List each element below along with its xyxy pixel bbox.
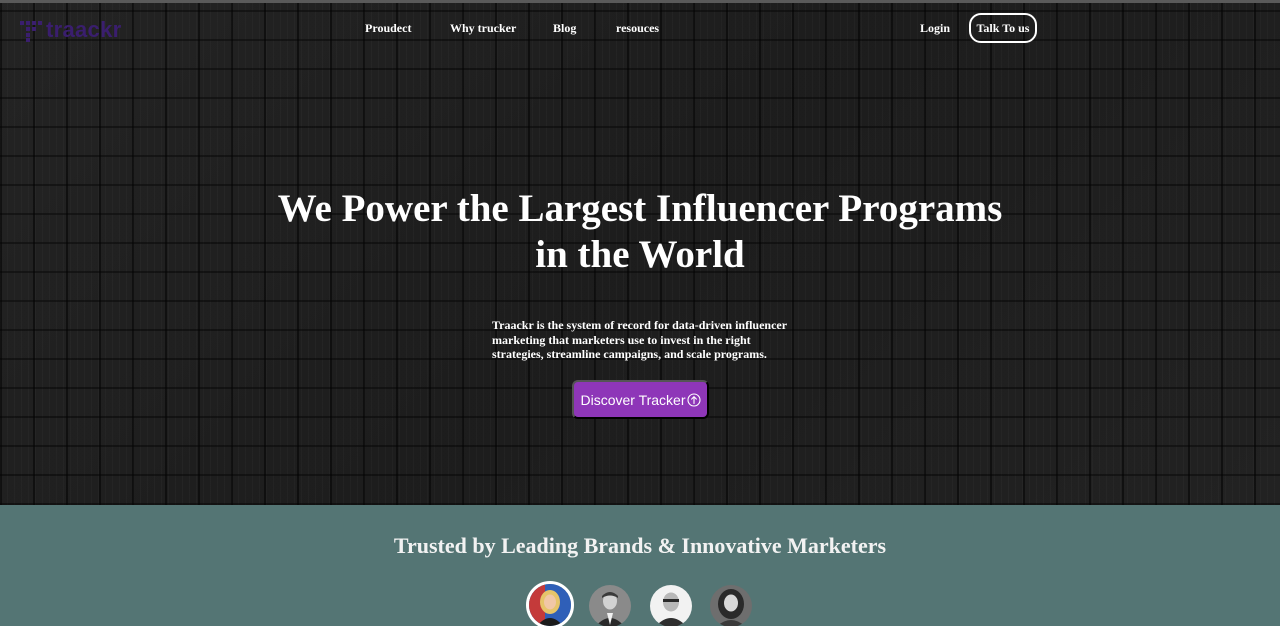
login-link[interactable]: Login	[920, 21, 950, 36]
logo-text: traackr	[46, 17, 122, 42]
avatar-2[interactable]	[589, 585, 631, 626]
nav-item-blog[interactable]: Blog	[553, 21, 576, 36]
nav-item-product[interactable]: Proudect	[365, 21, 411, 36]
hero-subtext: Traackr is the system of record for data…	[492, 318, 787, 361]
trusted-section: Trusted by Leading Brands & Innovative M…	[0, 505, 1280, 626]
arrow-up-circle-icon	[686, 392, 701, 407]
logo-dots-icon	[20, 18, 42, 42]
person-1-icon	[529, 584, 571, 626]
traackr-logo[interactable]: traackr	[20, 18, 122, 42]
person-2-icon	[589, 585, 631, 626]
hero-headline-line-1: We Power the Largest Influencer Programs	[277, 187, 1003, 230]
trusted-title: Trusted by Leading Brands & Innovative M…	[393, 533, 887, 558]
discover-tracker-button[interactable]: Discover Tracker	[572, 380, 709, 419]
person-4-icon	[710, 585, 752, 626]
avatar-1[interactable]	[526, 581, 574, 626]
cta-label: Discover Tracker	[580, 391, 686, 408]
hero-headline-line-2: in the World	[535, 233, 745, 276]
hero-section: traackr Proudect Why trucker Blog resouc…	[0, 0, 1280, 505]
avatar-4[interactable]	[710, 585, 752, 626]
top-border	[0, 0, 1280, 3]
nav-item-resources[interactable]: resouces	[616, 21, 659, 36]
nav-item-why-trucker[interactable]: Why trucker	[450, 21, 516, 36]
avatar-3[interactable]	[650, 585, 692, 626]
person-3-icon	[650, 585, 692, 626]
talk-to-us-button[interactable]: Talk To us	[969, 13, 1037, 43]
hero-headline: We Power the Largest Influencer Programs…	[240, 186, 1040, 278]
